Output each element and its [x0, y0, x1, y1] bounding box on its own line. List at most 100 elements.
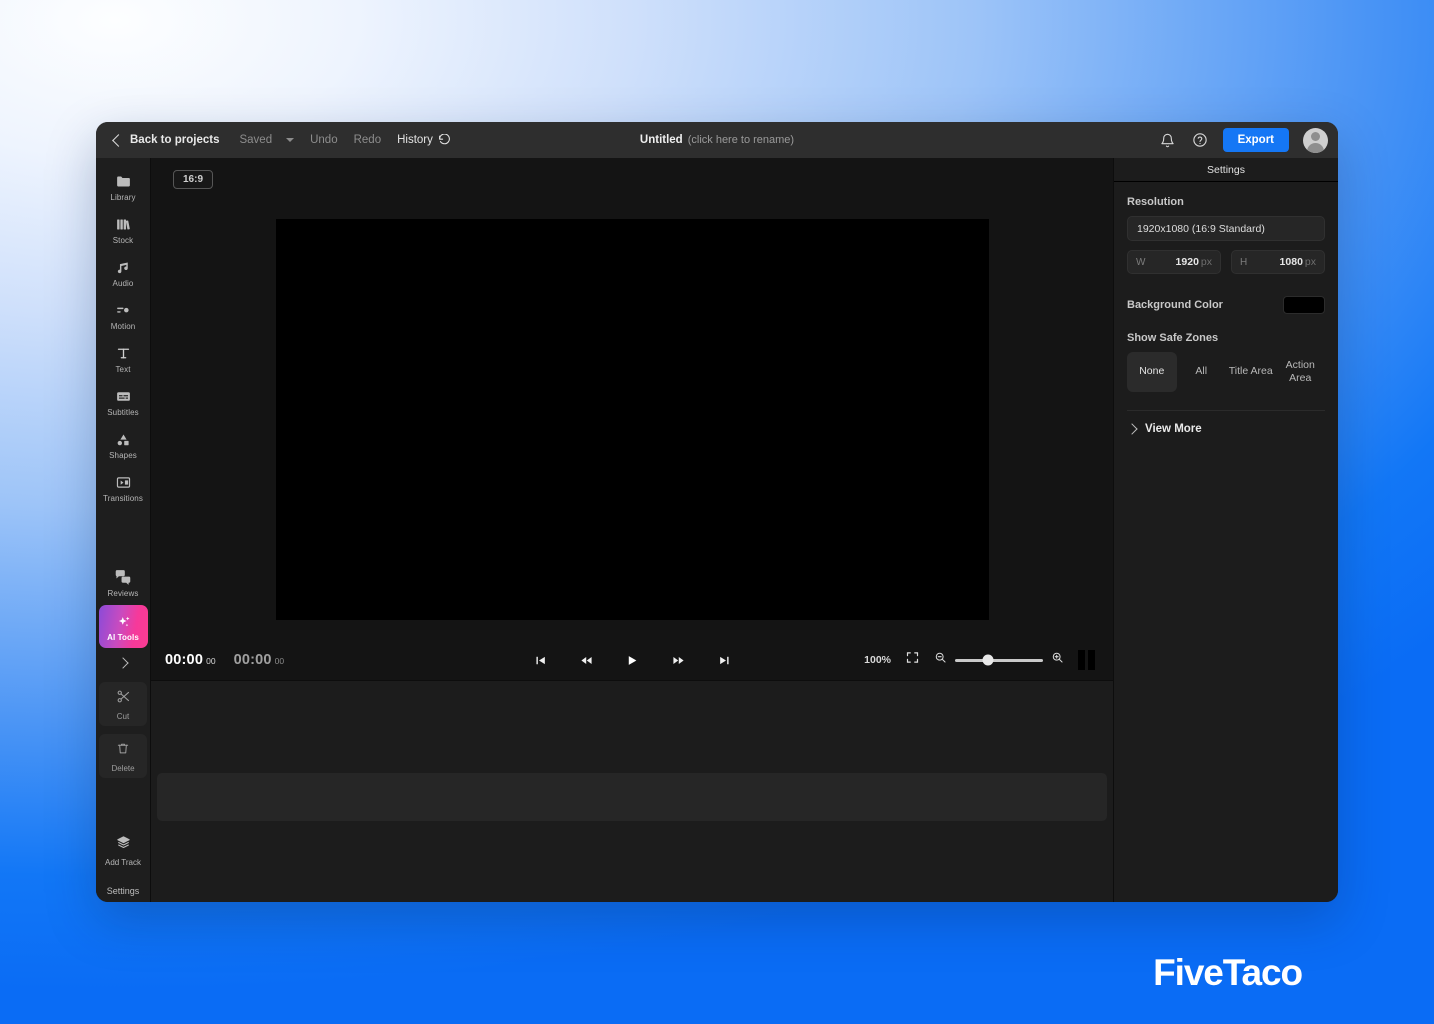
sidebar-item-motion[interactable]: Motion — [99, 295, 147, 336]
skip-start-icon[interactable] — [530, 650, 550, 670]
undo-button[interactable]: Undo — [310, 134, 338, 146]
add-track-button[interactable]: Add Track — [99, 828, 147, 872]
bell-icon[interactable] — [1159, 131, 1177, 149]
aspect-ratio-badge[interactable]: 16:9 — [173, 170, 214, 189]
project-title-button[interactable]: Untitled (click here to rename) — [640, 134, 794, 146]
zoom-slider-row — [934, 651, 1064, 669]
view-more-label: View More — [1145, 423, 1202, 435]
width-key: W — [1136, 256, 1146, 268]
fit-to-screen-icon[interactable] — [905, 650, 920, 670]
back-to-projects-button[interactable]: Back to projects — [108, 130, 225, 150]
sidebar-settings-link[interactable]: Settings — [107, 886, 140, 896]
sidebar-item-text[interactable]: Text — [99, 338, 147, 379]
books-icon — [115, 215, 132, 233]
zoom-percentage[interactable]: 100% — [864, 654, 891, 666]
total-time-frames: 00 — [274, 656, 285, 666]
height-key: H — [1240, 256, 1248, 268]
zoom-slider-thumb[interactable] — [982, 654, 994, 666]
height-value: 1080 — [1279, 256, 1303, 268]
brand-logo: FiveTaco — [1153, 952, 1303, 993]
sidebar-item-ai-tools[interactable]: AI Tools — [98, 605, 148, 648]
motion-slider-icon — [115, 301, 132, 319]
left-sidebar: Library Stock Audio Motion Text Subtitle… — [96, 158, 151, 902]
sidebar-item-label: Library — [110, 193, 136, 202]
background-color-swatch[interactable] — [1283, 296, 1325, 314]
sidebar-item-label: Reviews — [107, 589, 139, 598]
zoom-controls: 100% — [864, 650, 1095, 670]
history-button[interactable]: History — [397, 133, 451, 147]
timeline-track-row[interactable] — [157, 773, 1107, 821]
sidebar-item-label: Motion — [110, 322, 136, 331]
width-value: 1920 — [1175, 256, 1199, 268]
timeline-lower-area — [151, 821, 1113, 902]
chevron-right-icon — [1126, 423, 1138, 435]
safe-zone-option-action-area[interactable]: Action Area — [1276, 352, 1326, 392]
app-body: Library Stock Audio Motion Text Subtitle… — [96, 158, 1338, 902]
sidebar-item-label: AI Tools — [107, 632, 139, 642]
play-icon[interactable] — [622, 650, 642, 670]
safe-zones-label: Show Safe Zones — [1127, 332, 1219, 344]
sidebar-item-shapes[interactable]: Shapes — [99, 424, 147, 465]
timecode-group: 00:00 00 00:00 00 — [165, 652, 284, 668]
sidebar-item-transitions[interactable]: Transitions — [99, 467, 147, 508]
zoom-out-icon[interactable] — [934, 651, 947, 669]
video-canvas[interactable] — [275, 218, 989, 620]
current-time-frames: 00 — [206, 656, 216, 666]
sidebar-item-audio[interactable]: Audio — [99, 252, 147, 293]
background-color-row: Background Color — [1127, 296, 1325, 314]
folder-icon — [115, 172, 132, 190]
user-avatar[interactable] — [1303, 127, 1328, 153]
zoom-slider[interactable] — [955, 654, 1043, 666]
sidebar-item-library[interactable]: Library — [99, 166, 147, 207]
text-t-icon — [115, 344, 132, 362]
split-view-icon[interactable] — [1078, 650, 1095, 670]
sidebar-item-reviews[interactable]: Reviews — [99, 562, 147, 603]
trash-icon — [116, 741, 130, 761]
fast-forward-icon[interactable] — [668, 650, 688, 670]
sidebar-item-label: Stock — [112, 236, 134, 245]
chevron-left-icon — [112, 133, 125, 147]
project-rename-hint: (click here to rename) — [687, 134, 795, 146]
preview-stage: 16:9 00:00 00 00:00 00 100% — [151, 158, 1113, 680]
question-circle-icon[interactable] — [1191, 131, 1209, 149]
sidebar-item-label: Subtitles — [107, 408, 139, 417]
sidebar-top-group: Library Stock Audio Motion Text Subtitle… — [99, 158, 147, 510]
sidebar-expand-button[interactable] — [99, 650, 147, 676]
safe-zone-option-title-area[interactable]: Title Area — [1226, 352, 1276, 392]
rewind-icon[interactable] — [576, 650, 596, 670]
sidebar-bottom-group: Reviews AI Tools Cut Delete Add Track Se… — [96, 562, 150, 902]
timeline-panel[interactable] — [151, 680, 1113, 902]
resolution-select[interactable]: 1920x1080 (16:9 Standard) — [1127, 216, 1325, 241]
safe-zone-option-none[interactable]: None — [1127, 352, 1177, 392]
delete-button[interactable]: Delete — [99, 734, 147, 778]
resolution-label: Resolution — [1127, 196, 1184, 208]
redo-button[interactable]: Redo — [354, 134, 382, 146]
zoom-in-icon[interactable] — [1051, 651, 1064, 669]
current-timecode[interactable]: 00:00 00 — [165, 652, 216, 668]
transitions-icon — [115, 473, 132, 491]
sidebar-item-label: Shapes — [109, 451, 137, 460]
chevron-down-icon[interactable] — [286, 138, 295, 142]
history-label: History — [397, 134, 433, 146]
width-unit: px — [1200, 256, 1212, 268]
width-field[interactable]: W 1920 px — [1127, 250, 1221, 274]
back-to-projects-label: Back to projects — [130, 134, 220, 146]
total-time-main: 00:00 — [233, 652, 272, 668]
background-color-label: Background Color — [1127, 299, 1223, 311]
timeline-upper-area — [151, 681, 1113, 773]
history-undo-icon — [438, 133, 451, 147]
height-field[interactable]: H 1080 px — [1231, 250, 1325, 274]
project-name: Untitled — [639, 134, 683, 146]
chevron-right-icon — [117, 657, 129, 669]
cut-button[interactable]: Cut — [99, 682, 147, 726]
skip-end-icon[interactable] — [714, 650, 734, 670]
view-more-button[interactable]: View More — [1126, 411, 1325, 435]
sidebar-item-stock[interactable]: Stock — [99, 209, 147, 250]
dimensions-row: W 1920 px H 1080 px — [1127, 250, 1325, 274]
top-toolbar: Back to projects Saved Undo Redo History… — [96, 122, 1338, 158]
playback-toolbar: 00:00 00 00:00 00 100% — [151, 640, 1113, 680]
settings-panel: Settings Resolution 1920x1080 (16:9 Stan… — [1113, 158, 1338, 902]
export-button[interactable]: Export — [1222, 128, 1289, 152]
sidebar-item-subtitles[interactable]: Subtitles — [99, 381, 147, 422]
safe-zone-option-all[interactable]: All — [1177, 352, 1227, 392]
